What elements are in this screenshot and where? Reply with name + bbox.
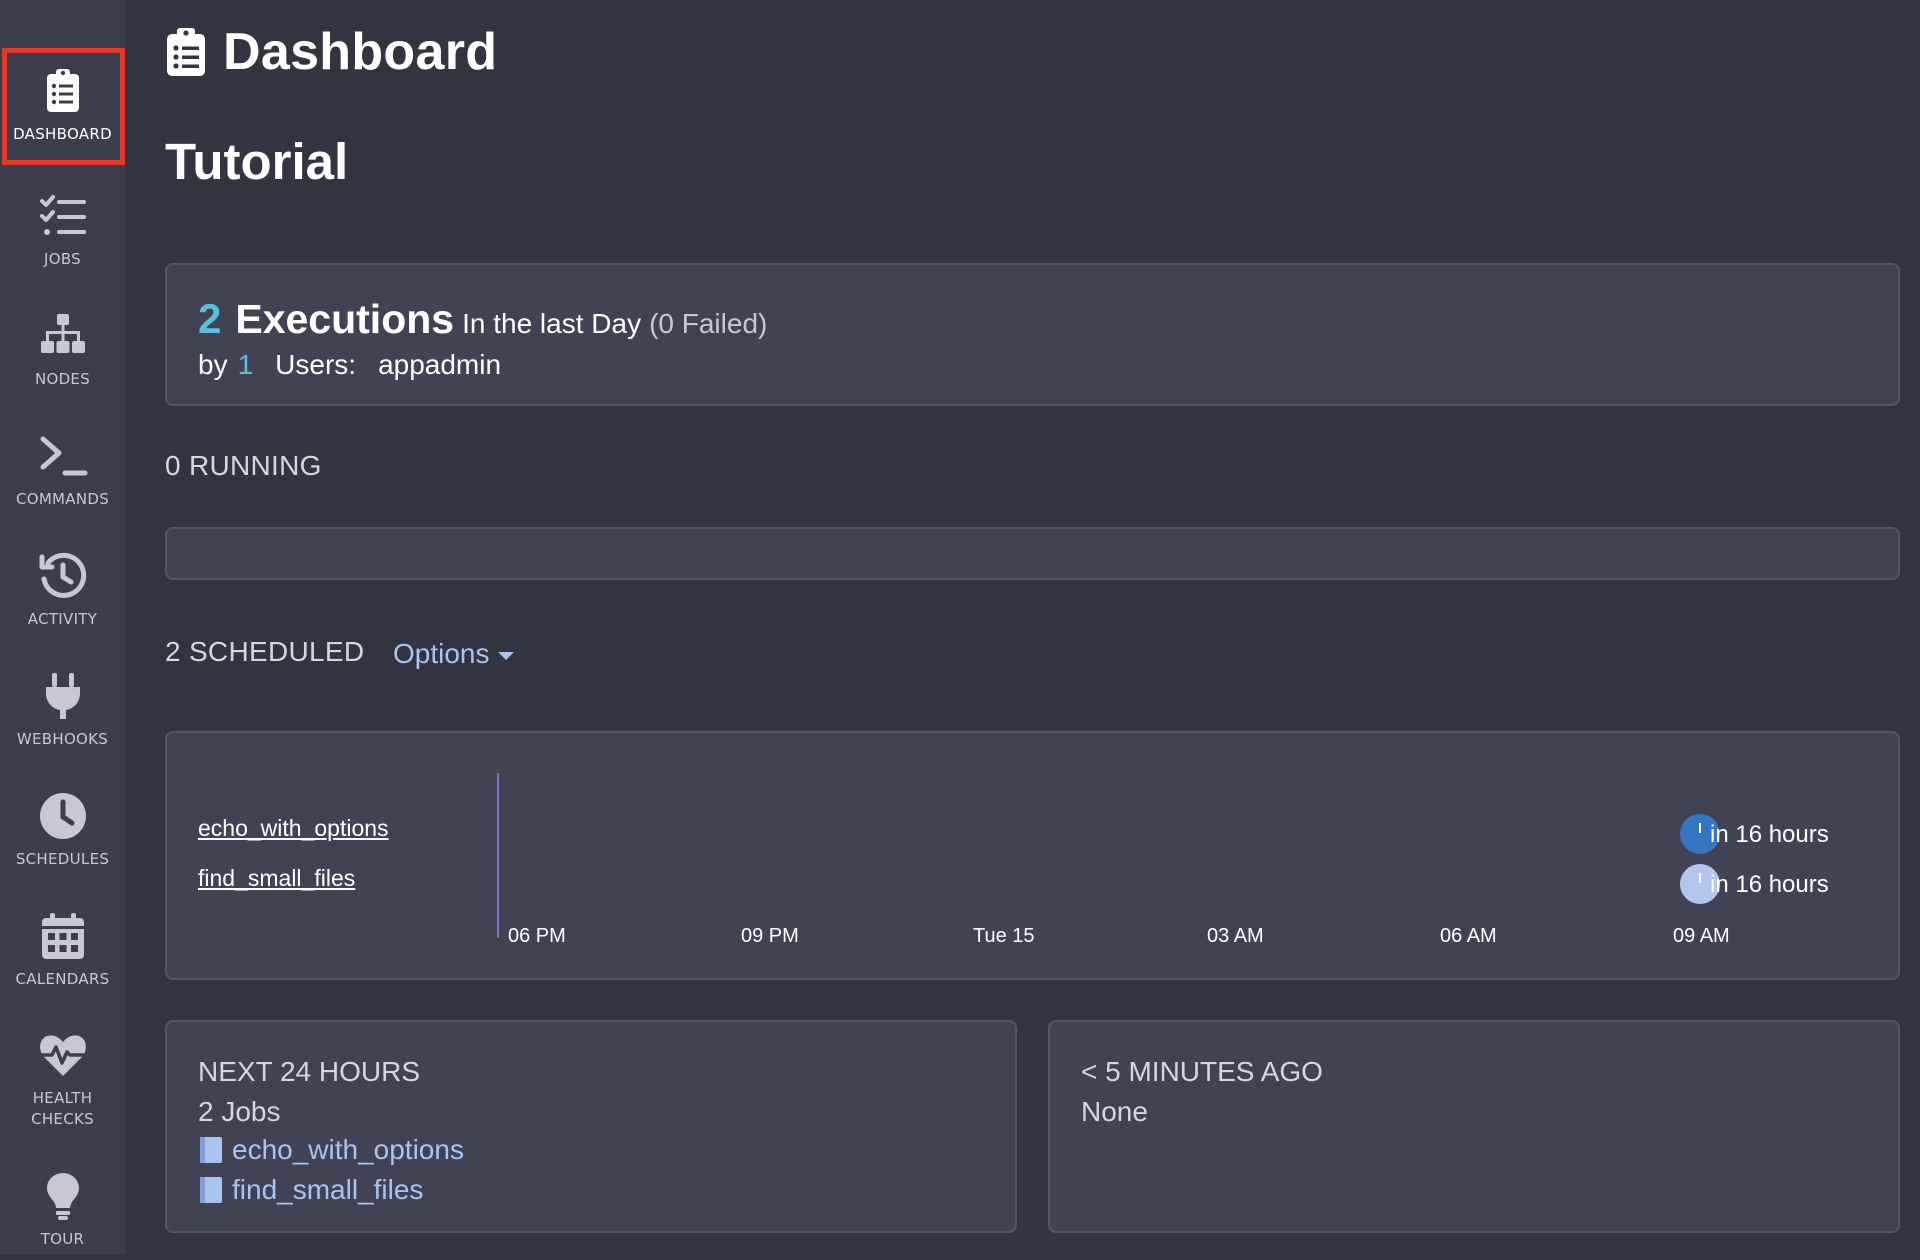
next-24-hours-summary: 2 Jobs bbox=[198, 1096, 281, 1127]
upcoming-job-name: find_small_files bbox=[232, 1174, 424, 1205]
next-run-label: in 16 hours bbox=[1710, 871, 1829, 898]
users-count: 1 bbox=[237, 349, 254, 380]
next-run-label: in 16 hours bbox=[1710, 821, 1829, 848]
upcoming-job-name: echo_with_options bbox=[232, 1134, 464, 1165]
page-header: Dashboard bbox=[165, 22, 497, 82]
schedule-timeline-card: echo_with_options find_small_files 06 PM… bbox=[165, 731, 1900, 980]
sidebar-item-schedules[interactable]: SCHEDULES bbox=[0, 780, 125, 880]
sidebar-item-label: NODES bbox=[34, 369, 91, 388]
lightbulb-icon bbox=[38, 1171, 88, 1221]
sidebar: DASHBOARD JOBS NODES COMMANDS ACTIVITY W… bbox=[0, 0, 125, 1254]
clipboard-list-icon bbox=[38, 66, 88, 116]
sidebar-item-nodes[interactable]: NODES bbox=[0, 300, 125, 400]
sidebar-item-label: DASHBOARD bbox=[13, 124, 112, 143]
main-content: Dashboard Tutorial 2 Executions In the l… bbox=[125, 0, 1920, 1254]
next-24-hours-card: NEXT 24 HOURS 2 Jobs echo_with_options f… bbox=[165, 1020, 1017, 1233]
sitemap-icon bbox=[38, 311, 88, 361]
executions-label: Executions bbox=[235, 296, 455, 342]
running-executions-panel bbox=[165, 527, 1900, 580]
sidebar-item-label: ACTIVITY bbox=[27, 609, 98, 628]
sidebar-item-label: CALENDARS bbox=[15, 969, 110, 988]
history-icon bbox=[38, 551, 88, 601]
executions-failed-count: (0 Failed) bbox=[649, 308, 768, 339]
scheduled-label: 2 SCHEDULED bbox=[165, 636, 365, 667]
users-label: Users: bbox=[275, 349, 357, 380]
timeline-tick-label: 09 AM bbox=[1673, 925, 1730, 947]
sidebar-item-jobs[interactable]: JOBS bbox=[0, 180, 125, 280]
executions-count[interactable]: 2 bbox=[198, 295, 221, 343]
recent-heading: < 5 MINUTES AGO bbox=[1081, 1056, 1323, 1087]
sidebar-item-label: JOBS bbox=[44, 249, 81, 268]
executions-period: In the last Day bbox=[462, 308, 642, 339]
sidebar-item-commands[interactable]: COMMANDS bbox=[0, 420, 125, 520]
upcoming-job-link[interactable]: echo_with_options bbox=[198, 1134, 464, 1166]
book-icon bbox=[200, 1137, 222, 1163]
timeline-job-link[interactable]: echo_with_options bbox=[198, 815, 389, 842]
recent-executions-card: < 5 MINUTES AGO None bbox=[1048, 1020, 1900, 1233]
executions-users-line: by 1 Users: appadmin bbox=[198, 349, 501, 381]
page-title: Dashboard bbox=[223, 23, 498, 81]
options-label: Options bbox=[393, 638, 490, 669]
sidebar-item-tour[interactable]: TOUR bbox=[0, 1160, 125, 1260]
sidebar-item-label: TOUR bbox=[40, 1229, 85, 1248]
by-label: by bbox=[198, 349, 228, 380]
book-icon bbox=[200, 1177, 222, 1203]
sidebar-item-webhooks[interactable]: WEBHOOKS bbox=[0, 660, 125, 760]
clipboard-list-icon bbox=[165, 26, 207, 78]
executions-summary-line: 2 Executions In the last Day (0 Failed) bbox=[198, 295, 767, 343]
next-24-hours-heading: NEXT 24 HOURS bbox=[198, 1056, 420, 1087]
upcoming-job-link[interactable]: find_small_files bbox=[198, 1174, 423, 1206]
sidebar-item-health-checks[interactable]: HEALTH CHECKS bbox=[0, 1020, 125, 1140]
sidebar-item-label: COMMANDS bbox=[15, 489, 110, 508]
user-name: appadmin bbox=[378, 349, 502, 380]
executions-summary-card: 2 Executions In the last Day (0 Failed) … bbox=[165, 263, 1900, 406]
caret-down-icon bbox=[497, 652, 514, 660]
terminal-icon bbox=[38, 431, 88, 481]
recent-summary: None bbox=[1081, 1096, 1148, 1127]
sidebar-item-label: SCHEDULES bbox=[15, 849, 110, 868]
tasks-icon bbox=[38, 191, 88, 241]
timeline-tick-label: 06 AM bbox=[1440, 925, 1497, 947]
timeline-tick-label: 03 AM bbox=[1207, 925, 1264, 947]
heartbeat-icon bbox=[38, 1030, 88, 1080]
project-title: Tutorial bbox=[165, 133, 349, 190]
timeline-now-line bbox=[497, 773, 499, 938]
calendar-icon bbox=[38, 911, 88, 961]
sidebar-item-label: WEBHOOKS bbox=[16, 729, 109, 748]
sidebar-item-dashboard[interactable]: DASHBOARD bbox=[0, 48, 125, 165]
plug-icon bbox=[38, 671, 88, 721]
sidebar-item-calendars[interactable]: CALENDARS bbox=[0, 900, 125, 1000]
timeline-tick-label: 06 PM bbox=[508, 925, 566, 947]
clock-icon bbox=[38, 791, 88, 841]
timeline-tick-label: Tue 15 bbox=[973, 925, 1035, 947]
timeline-job-link[interactable]: find_small_files bbox=[198, 865, 355, 892]
sidebar-item-activity[interactable]: ACTIVITY bbox=[0, 540, 125, 640]
sidebar-item-label: HEALTH CHECKS bbox=[31, 1089, 94, 1128]
running-label: 0 RUNNING bbox=[165, 450, 322, 481]
timeline-tick-label: 09 PM bbox=[741, 925, 799, 947]
options-dropdown[interactable]: Options bbox=[393, 638, 514, 670]
